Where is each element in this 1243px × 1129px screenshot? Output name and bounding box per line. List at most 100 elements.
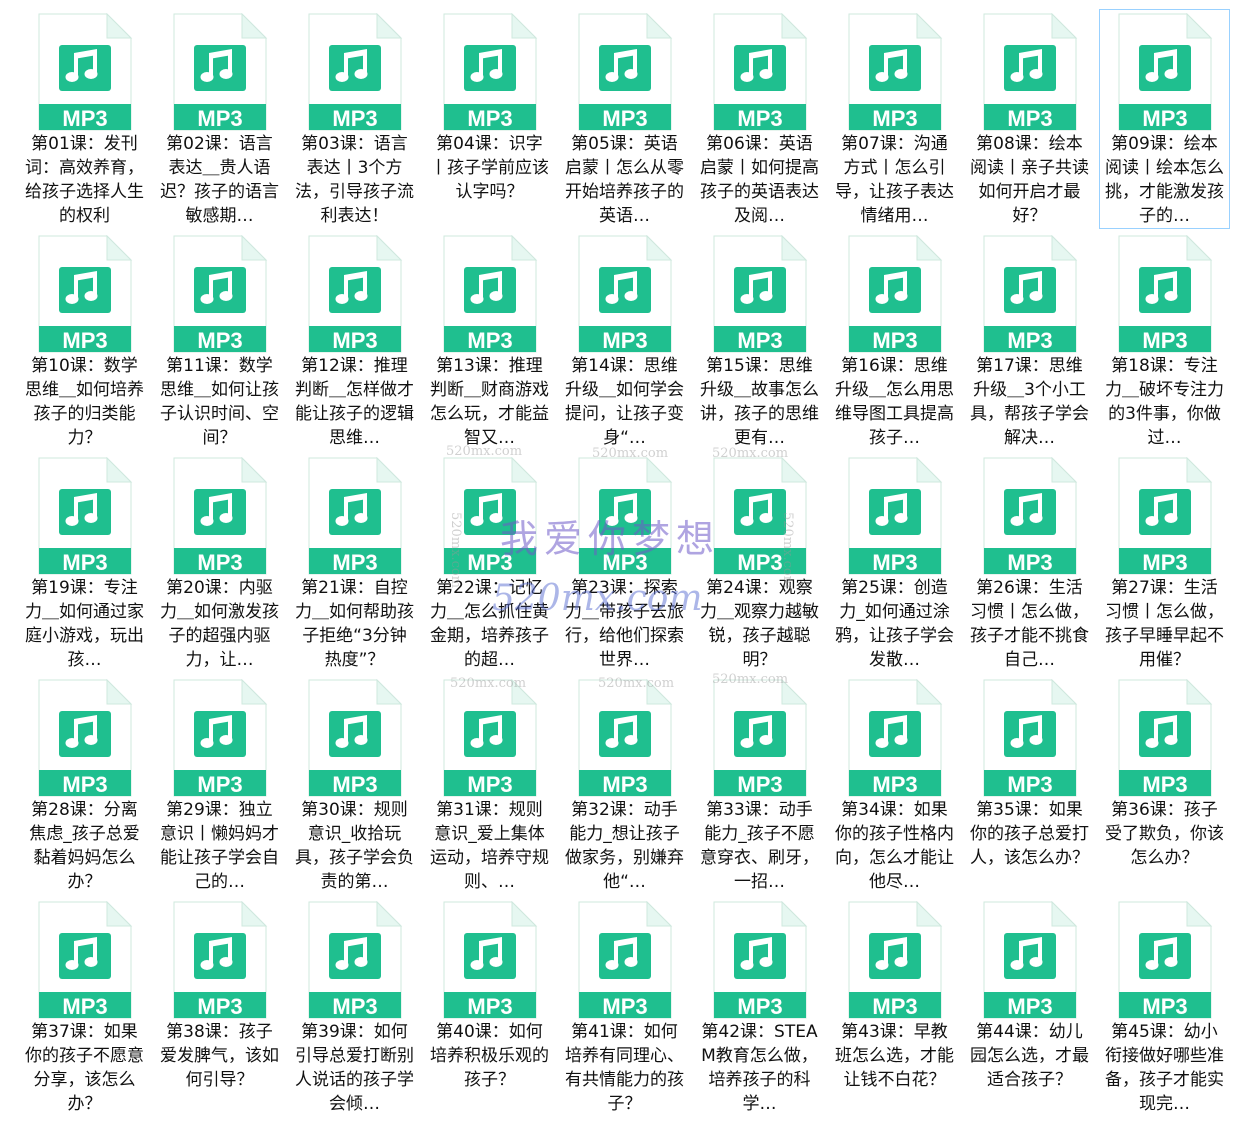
file-name: 第18课：专注力＿破坏专注力的3件事，你做过… (1105, 356, 1224, 448)
music-file-icon: MP3 (37, 13, 133, 131)
file-type-label: MP3 (602, 550, 647, 575)
music-file-icon: MP3 (847, 679, 943, 797)
file-type-label: MP3 (1007, 328, 1052, 353)
file-item[interactable]: MP3 第04课：识字丨孩子学前应该认字吗？ (424, 9, 555, 229)
file-name: 第06课：英语启蒙丨如何提高孩子的英语表达及阅… (700, 134, 819, 226)
file-item[interactable]: MP3 第06课：英语启蒙丨如何提高孩子的英语表达及阅… (694, 9, 825, 229)
file-name: 第21课：自控力＿如何帮助孩子拒绝“3分钟热度”？ (295, 578, 414, 670)
file-name: 第30课：规则意识_收拾玩具，孩子学会负责的第… (295, 800, 414, 892)
file-type-label: MP3 (1142, 772, 1187, 797)
file-type-label: MP3 (872, 550, 917, 575)
file-name: 第05课：英语启蒙丨怎么从零开始培养孩子的英语… (565, 134, 684, 226)
file-type-label: MP3 (62, 106, 107, 131)
file-name: 第39课：如何引导总爱打断别人说话的孩子学会倾… (295, 1022, 414, 1114)
file-name: 第38课：孩子爱发脾气，该如何引导？ (160, 1022, 279, 1090)
file-name: 第37课：如果你的孩子不愿意分享，该怎么办？ (25, 1022, 144, 1114)
file-item[interactable]: MP3 第12课：推理判断＿怎样做才能让孩子的逻辑思维… (289, 231, 420, 451)
file-name: 第32课：动手能力_想让孩子做家务，别嫌弃他“… (565, 800, 684, 892)
file-item[interactable]: MP3 第27课：生活习惯丨怎么做，孩子早睡早起不用催？ (1099, 453, 1230, 673)
file-item[interactable]: MP3 第43课：早教班怎么选，才能让钱不白花？ (829, 897, 960, 1117)
music-file-icon: MP3 (172, 235, 268, 353)
file-item[interactable]: MP3 第35课：如果你的孩子总爱打人，该怎么办？ (964, 675, 1095, 895)
file-item[interactable]: MP3 第07课：沟通方式丨怎么引导，让孩子表达情绪用… (829, 9, 960, 229)
music-file-icon: MP3 (1117, 235, 1213, 353)
file-type-label: MP3 (872, 106, 917, 131)
file-item[interactable]: MP3 第19课：专注力＿如何通过家庭小游戏，玩出孩… (19, 453, 150, 673)
file-item[interactable]: MP3 第22课：记忆力＿怎么抓住黄金期，培养孩子的超… (424, 453, 555, 673)
file-item[interactable]: MP3 第34课：如果你的孩子性格内向，怎么才能让他尽… (829, 675, 960, 895)
file-type-label: MP3 (872, 772, 917, 797)
file-item[interactable]: MP3 第20课：内驱力＿如何激发孩子的超强内驱力，让… (154, 453, 285, 673)
file-item[interactable]: MP3 第15课：思维升级＿故事怎么讲，孩子的思维更有… (694, 231, 825, 451)
file-name: 第35课：如果你的孩子总爱打人，该怎么办？ (970, 800, 1089, 868)
music-file-icon: MP3 (442, 13, 538, 131)
file-type-label: MP3 (62, 994, 107, 1019)
file-item[interactable]: MP3 第26课：生活习惯丨怎么做，孩子才能不挑食自己… (964, 453, 1095, 673)
file-item[interactable]: MP3 第01课：发刊词：高效养育，给孩子选择人生的权利 (19, 9, 150, 229)
file-name: 第04课：识字丨孩子学前应该认字吗？ (430, 134, 549, 202)
file-type-label: MP3 (872, 328, 917, 353)
file-type-label: MP3 (602, 994, 647, 1019)
music-file-icon: MP3 (172, 901, 268, 1019)
music-file-icon: MP3 (577, 457, 673, 575)
file-type-label: MP3 (602, 106, 647, 131)
file-type-label: MP3 (332, 106, 377, 131)
file-item[interactable]: MP3 第24课：观察力＿观察力越敏锐，孩子越聪明？ (694, 453, 825, 673)
file-name: 第11课：数学思维＿如何让孩子认识时间、空间？ (160, 356, 279, 448)
music-file-icon: MP3 (982, 235, 1078, 353)
music-file-icon: MP3 (847, 457, 943, 575)
file-type-label: MP3 (1142, 106, 1187, 131)
file-item[interactable]: MP3 第42课：STEAM教育怎么做，培养孩子的科学… (694, 897, 825, 1117)
file-item[interactable]: MP3 第13课：推理判断＿财商游戏怎么玩，才能益智又… (424, 231, 555, 451)
file-item[interactable]: MP3 第09课：绘本阅读丨绘本怎么挑，才能激发孩子的… (1099, 9, 1230, 229)
file-item[interactable]: MP3 第30课：规则意识_收拾玩具，孩子学会负责的第… (289, 675, 420, 895)
file-item[interactable]: MP3 第32课：动手能力_想让孩子做家务，别嫌弃他“… (559, 675, 690, 895)
file-item[interactable]: MP3 第40课：如何培养积极乐观的孩子？ (424, 897, 555, 1117)
file-name: 第41课：如何培养有同理心、有共情能力的孩子？ (565, 1022, 684, 1114)
music-file-icon: MP3 (982, 457, 1078, 575)
file-item[interactable]: MP3 第21课：自控力＿如何帮助孩子拒绝“3分钟热度”？ (289, 453, 420, 673)
file-type-label: MP3 (602, 328, 647, 353)
file-name: 第24课：观察力＿观察力越敏锐，孩子越聪明？ (700, 578, 819, 670)
file-item[interactable]: MP3 第45课：幼小衔接做好哪些准备，孩子才能实现完… (1099, 897, 1230, 1117)
file-item[interactable]: MP3 第36课：孩子受了欺负，你该怎么办？ (1099, 675, 1230, 895)
file-type-label: MP3 (332, 772, 377, 797)
file-item[interactable]: MP3 第44课：幼儿园怎么选，才最适合孩子？ (964, 897, 1095, 1117)
file-type-label: MP3 (62, 772, 107, 797)
file-item[interactable]: MP3 第33课：动手能力_孩子不愿意穿衣、刷牙，一招… (694, 675, 825, 895)
file-item[interactable]: MP3 第10课：数学思维＿如何培养孩子的归类能力？ (19, 231, 150, 451)
file-name: 第36课：孩子受了欺负，你该怎么办？ (1105, 800, 1224, 868)
file-item[interactable]: MP3 第18课：专注力＿破坏专注力的3件事，你做过… (1099, 231, 1230, 451)
music-file-icon: MP3 (982, 679, 1078, 797)
file-item[interactable]: MP3 第25课：创造力_如何通过涂鸦，让孩子学会发散… (829, 453, 960, 673)
music-file-icon: MP3 (577, 13, 673, 131)
file-item[interactable]: MP3 第23课：探索力＿带孩子去旅行，给他们探索世界… (559, 453, 690, 673)
file-item[interactable]: MP3 第38课：孩子爱发脾气，该如何引导？ (154, 897, 285, 1117)
music-file-icon: MP3 (712, 457, 808, 575)
file-grid: MP3 第01课：发刊词：高效养育，给孩子选择人生的权利 MP3 第02课：语言… (17, 8, 1232, 1118)
file-item[interactable]: MP3 第31课：规则意识_爱上集体运动，培养守规则、… (424, 675, 555, 895)
file-item[interactable]: MP3 第37课：如果你的孩子不愿意分享，该怎么办？ (19, 897, 150, 1117)
music-file-icon: MP3 (172, 457, 268, 575)
file-name: 第09课：绘本阅读丨绘本怎么挑，才能激发孩子的… (1105, 134, 1224, 226)
file-item[interactable]: MP3 第14课：思维升级＿如何学会提问，让孩子变身“… (559, 231, 690, 451)
file-type-label: MP3 (467, 106, 512, 131)
file-item[interactable]: MP3 第08课：绘本阅读丨亲子共读如何开启才最好？ (964, 9, 1095, 229)
file-type-label: MP3 (62, 328, 107, 353)
music-file-icon: MP3 (577, 235, 673, 353)
file-item[interactable]: MP3 第05课：英语启蒙丨怎么从零开始培养孩子的英语… (559, 9, 690, 229)
file-item[interactable]: MP3 第03课：语言表达丨3个方法，引导孩子流利表达！ (289, 9, 420, 229)
file-name: 第20课：内驱力＿如何激发孩子的超强内驱力，让… (160, 578, 279, 670)
file-item[interactable]: MP3 第39课：如何引导总爱打断别人说话的孩子学会倾… (289, 897, 420, 1117)
file-name: 第07课：沟通方式丨怎么引导，让孩子表达情绪用… (835, 134, 954, 226)
music-file-icon: MP3 (172, 679, 268, 797)
file-name: 第45课：幼小衔接做好哪些准备，孩子才能实现完… (1105, 1022, 1224, 1114)
file-type-label: MP3 (737, 328, 782, 353)
file-item[interactable]: MP3 第17课：思维升级＿3个小工具，帮孩子学会解决… (964, 231, 1095, 451)
file-item[interactable]: MP3 第02课：语言表达＿贵人语迟？孩子的语言敏感期… (154, 9, 285, 229)
file-item[interactable]: MP3 第29课：独立意识丨懒妈妈才能让孩子学会自己的… (154, 675, 285, 895)
file-item[interactable]: MP3 第28课：分离焦虑_孩子总爱黏着妈妈怎么办？ (19, 675, 150, 895)
file-item[interactable]: MP3 第16课：思维升级＿怎么用思维导图工具提高孩子… (829, 231, 960, 451)
file-item[interactable]: MP3 第11课：数学思维＿如何让孩子认识时间、空间？ (154, 231, 285, 451)
file-item[interactable]: MP3 第41课：如何培养有同理心、有共情能力的孩子？ (559, 897, 690, 1117)
